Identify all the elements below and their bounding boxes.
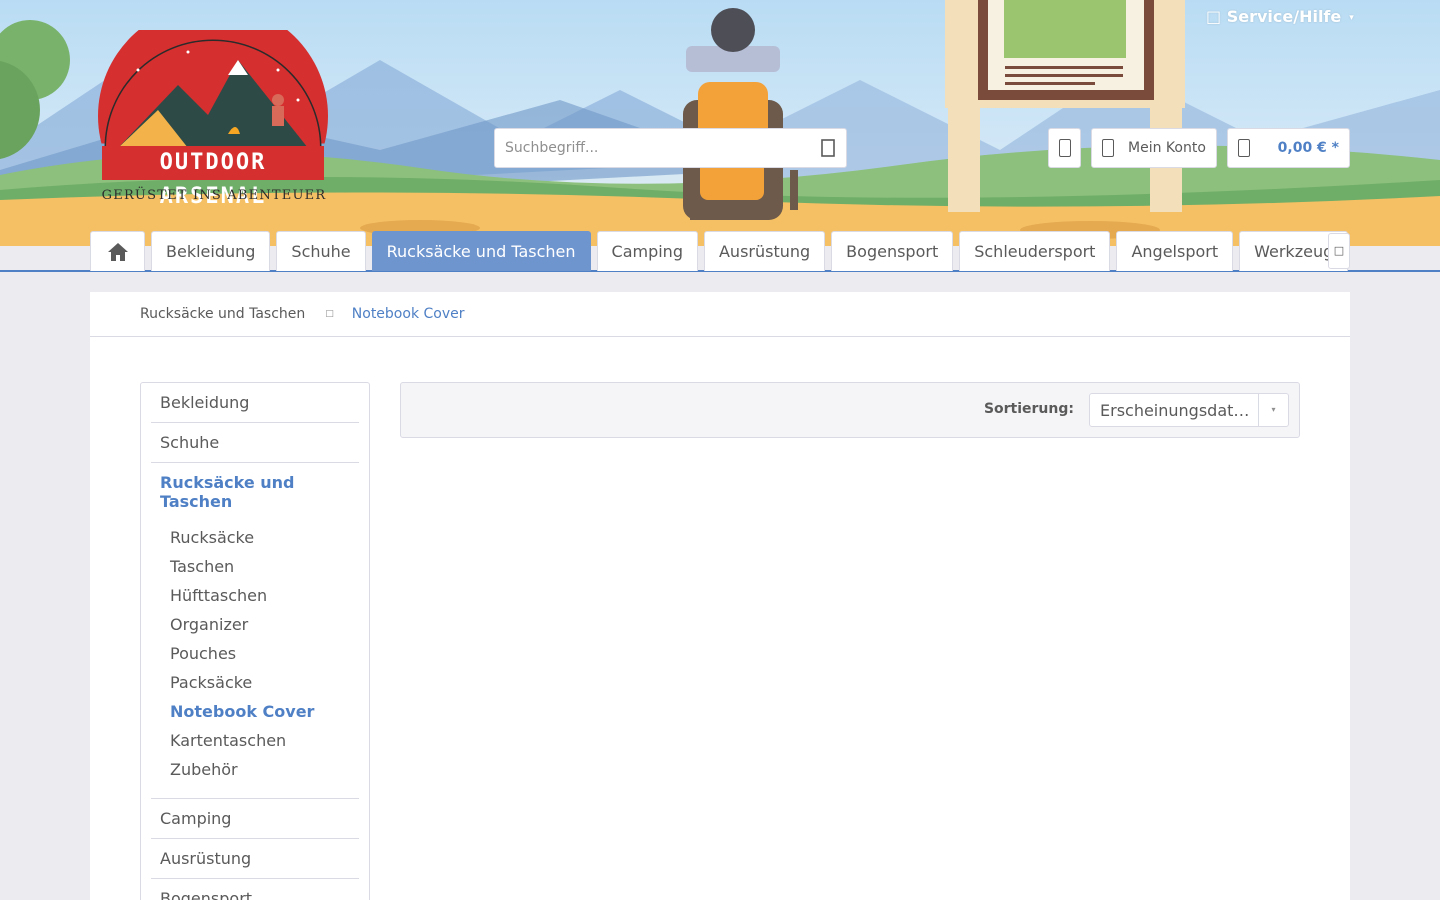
chevron-down-icon: ▾ xyxy=(1258,394,1288,426)
sidebar-subitem-organizer[interactable]: Organizer xyxy=(151,610,359,639)
basket-icon xyxy=(1238,139,1250,157)
sort-select[interactable]: Erscheinungsdatum ▾ xyxy=(1089,393,1289,427)
category-sidebar: Bekleidung Schuhe Rucksäcke und Taschen … xyxy=(140,382,370,900)
nav-angelsport[interactable]: Angelsport xyxy=(1116,231,1234,271)
user-icon xyxy=(1102,139,1114,157)
my-account-button[interactable]: Mein Konto xyxy=(1091,128,1217,168)
chevron-right-icon: □ xyxy=(1333,244,1345,257)
home-icon xyxy=(107,242,128,261)
breadcrumb: Rucksäcke und Taschen □ Notebook Cover xyxy=(90,292,1350,337)
cart-button[interactable]: 0,00 € * xyxy=(1227,128,1350,168)
sort-selected-value: Erscheinungsdatum xyxy=(1100,401,1258,420)
sidebar-subitem-kartentaschen[interactable]: Kartentaschen xyxy=(151,726,359,755)
sidebar-subitem-notebook-cover[interactable]: Notebook Cover xyxy=(151,697,359,726)
sort-label: Sortierung: xyxy=(983,401,1074,417)
search-icon[interactable] xyxy=(818,138,838,158)
sidebar-subitem-pouches[interactable]: Pouches xyxy=(151,639,359,668)
my-account-label: Mein Konto xyxy=(1128,140,1206,156)
nav-schuhe[interactable]: Schuhe xyxy=(276,231,366,271)
sidebar-subitem-taschen[interactable]: Taschen xyxy=(151,552,359,581)
nav-schleudersport[interactable]: Schleudersport xyxy=(959,231,1111,271)
logo-tagline: GERÜSTET INS ABENTEUER xyxy=(101,188,327,203)
nav-ausruestung[interactable]: Ausrüstung xyxy=(703,231,826,271)
logo-wordmark[interactable]: OUTDOOR ARSENAL xyxy=(102,146,324,209)
sidebar-subcategory-list: Rucksäcke Taschen Hüfttaschen Organizer … xyxy=(151,517,359,799)
sidebar-subitem-rucksaecke[interactable]: Rucksäcke xyxy=(151,523,359,552)
wishlist-button[interactable] xyxy=(1048,128,1081,168)
cart-total: 0,00 € * xyxy=(1277,140,1339,156)
nav-rucksaecke-und-taschen[interactable]: Rucksäcke und Taschen xyxy=(371,231,591,271)
sidebar-subitem-zubehoer[interactable]: Zubehör xyxy=(151,755,359,784)
sidebar-subitem-hufttaschen[interactable]: Hüfttaschen xyxy=(151,581,359,610)
search-box xyxy=(494,128,847,168)
sidebar-item-bogensport[interactable]: Bogensport xyxy=(151,879,359,900)
content-area: Rucksäcke und Taschen □ Notebook Cover B… xyxy=(90,292,1350,900)
listing-sort-bar: Sortierung: Erscheinungsdatum ▾ xyxy=(400,382,1300,438)
heart-icon xyxy=(1058,139,1071,157)
breadcrumb-parent[interactable]: Rucksäcke und Taschen xyxy=(140,306,305,322)
nav-bogensport[interactable]: Bogensport xyxy=(831,231,954,271)
sidebar-item-rucksaecke-und-taschen[interactable]: Rucksäcke und Taschen xyxy=(151,463,359,517)
sidebar-item-camping[interactable]: Camping xyxy=(151,799,359,839)
nav-camping[interactable]: Camping xyxy=(596,231,698,271)
search-input[interactable] xyxy=(495,129,805,167)
sidebar-subitem-packsaecke[interactable]: Packsäcke xyxy=(151,668,359,697)
nav-home[interactable] xyxy=(90,231,145,271)
service-help-label: Service/Hilfe xyxy=(1226,7,1342,26)
main-navigation: Bekleidung Schuhe Rucksäcke und Taschen … xyxy=(90,231,1354,271)
sidebar-item-schuhe[interactable]: Schuhe xyxy=(151,423,359,463)
breadcrumb-separator-icon: □ xyxy=(325,309,334,319)
info-icon: □ xyxy=(1206,7,1222,26)
sidebar-item-ausruestung[interactable]: Ausrüstung xyxy=(151,839,359,879)
chevron-down-icon: ▾ xyxy=(1349,12,1354,23)
nav-bekleidung[interactable]: Bekleidung xyxy=(151,231,271,271)
sidebar-item-bekleidung[interactable]: Bekleidung xyxy=(151,383,359,423)
service-help-link[interactable]: □ Service/Hilfe ▾ xyxy=(1206,7,1354,26)
nav-scroll-right-button[interactable]: □ xyxy=(1328,233,1350,269)
breadcrumb-current[interactable]: Notebook Cover xyxy=(352,306,465,322)
